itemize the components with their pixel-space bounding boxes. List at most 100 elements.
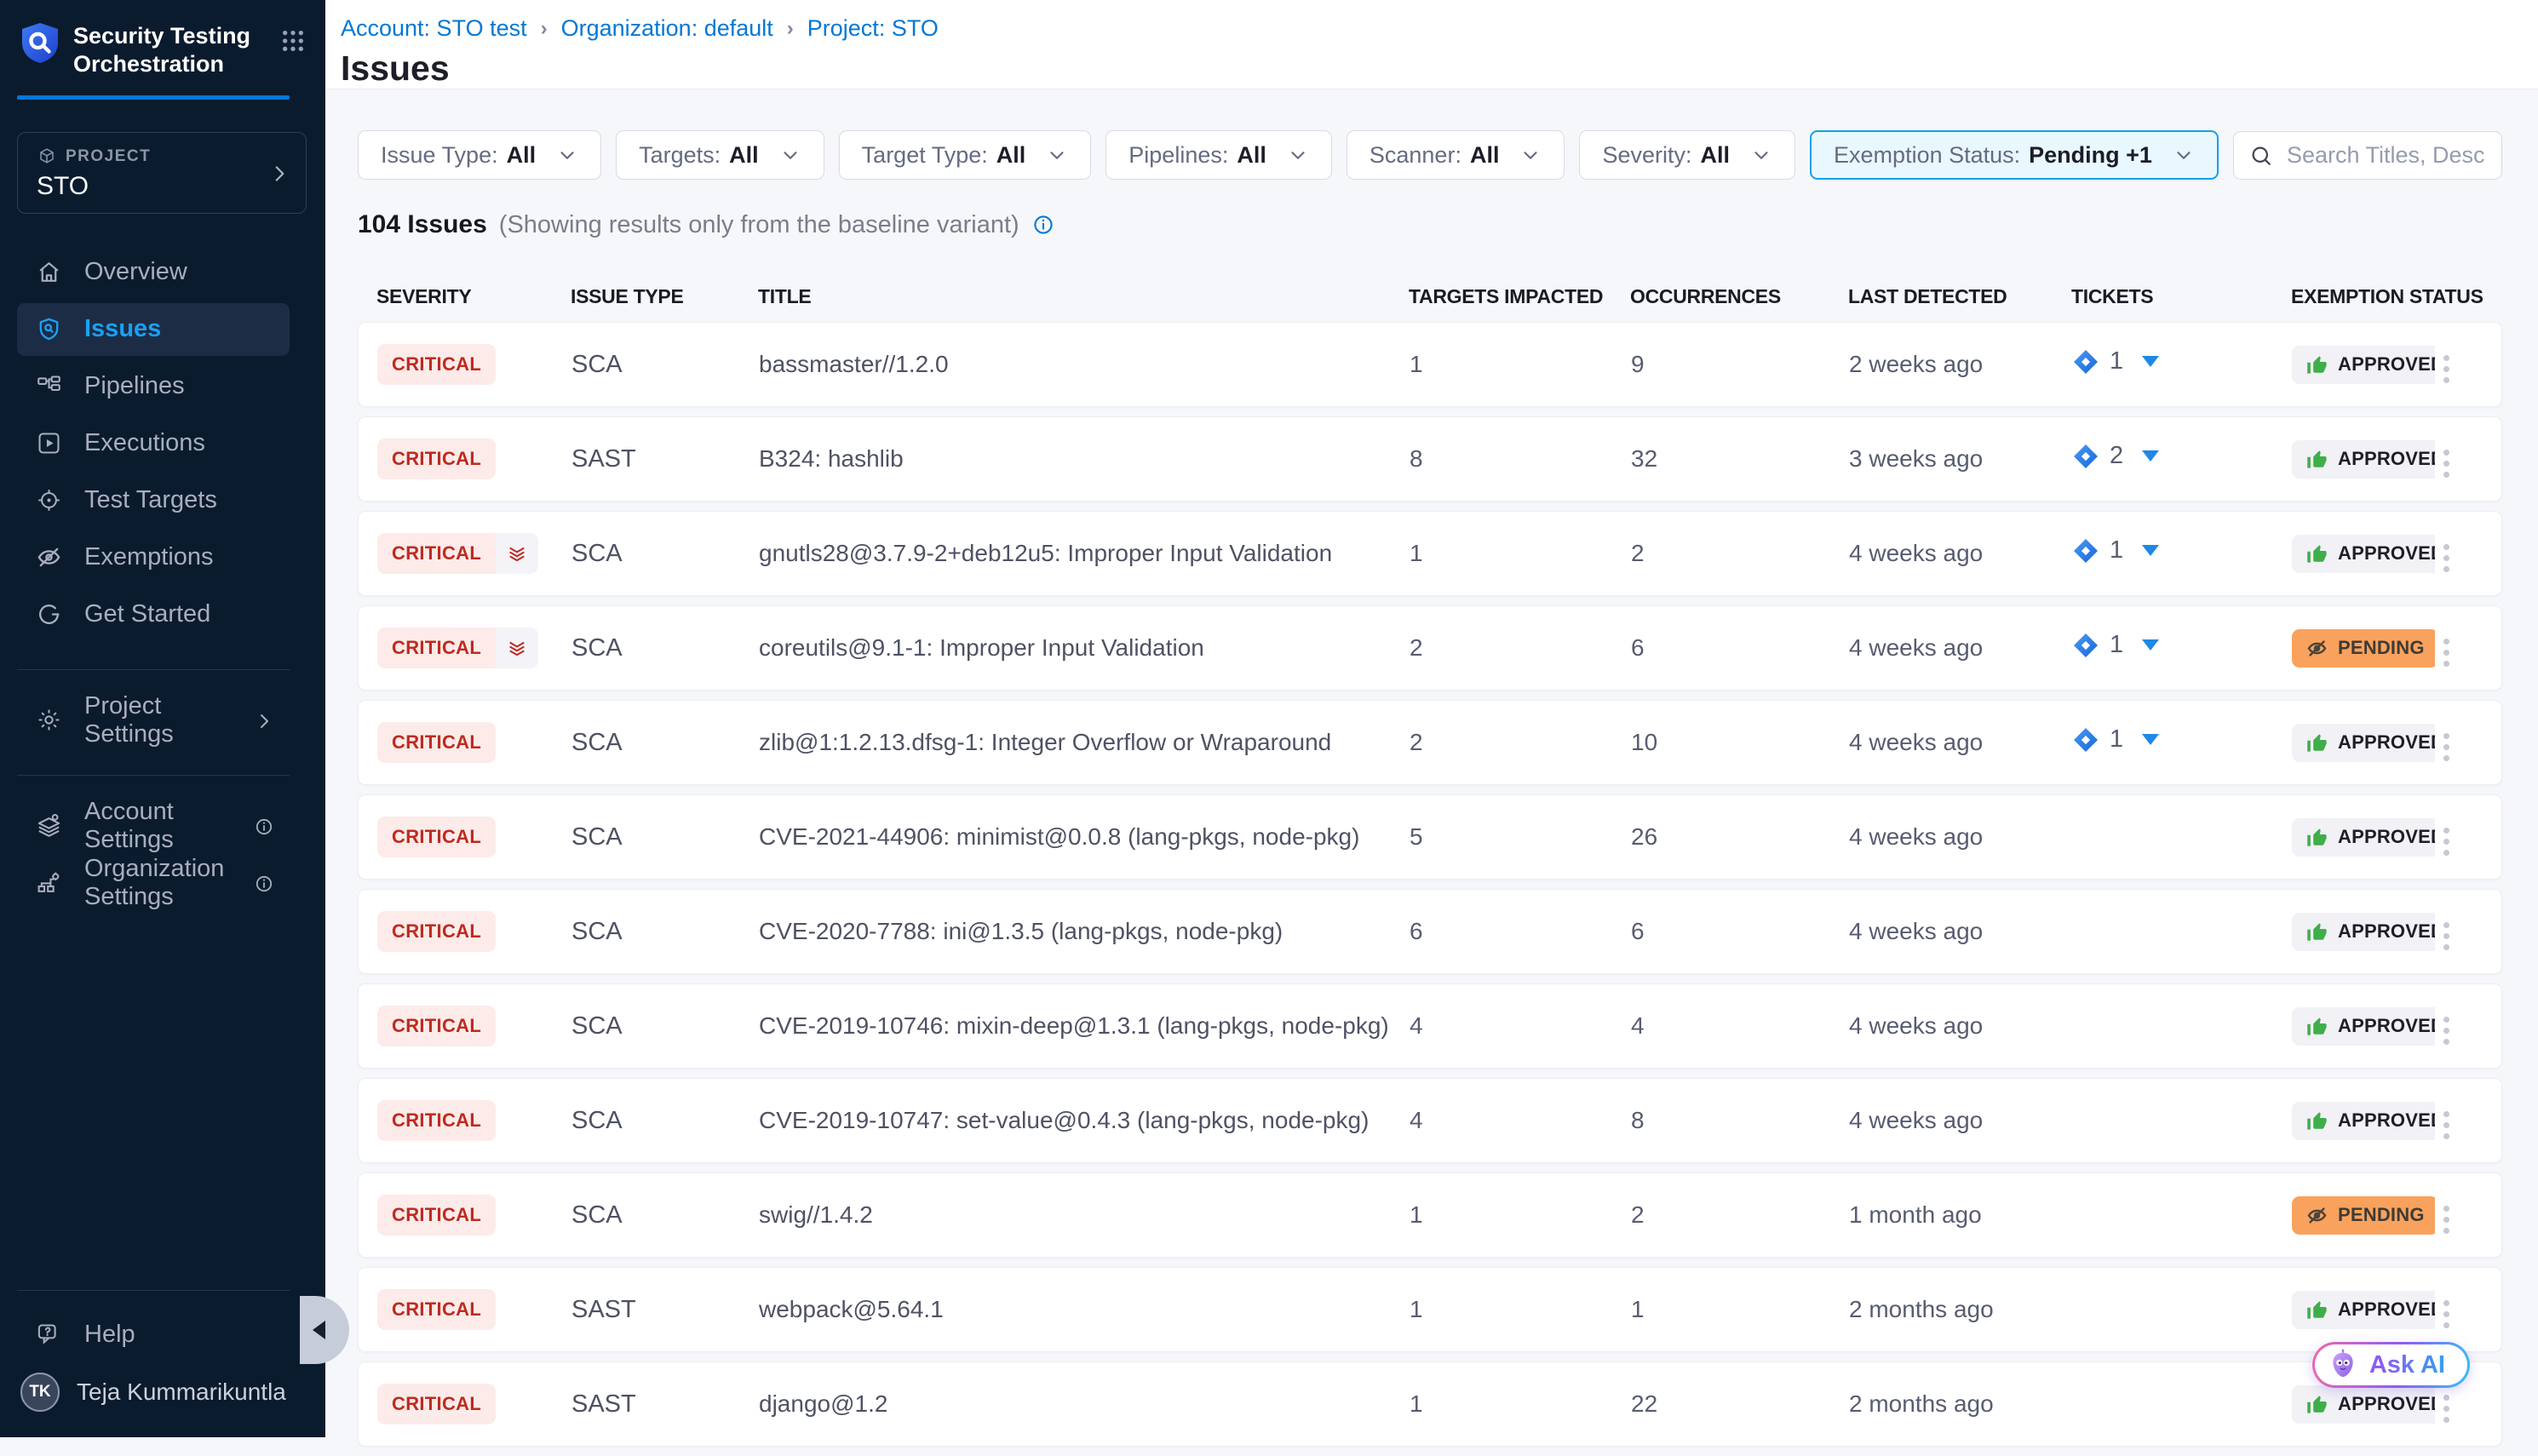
table-row[interactable]: CRITICAL SCA coreutils@9.1-1: Improper I… (358, 605, 2502, 691)
row-menu-button[interactable] (2435, 348, 2458, 390)
severity-badge: CRITICAL (377, 1100, 496, 1141)
brand-accent-rule (17, 95, 290, 100)
row-menu-button[interactable] (2435, 915, 2458, 957)
targets-impacted: 2 (1410, 729, 1631, 756)
sidebar-item-get-started[interactable]: Get Started (17, 588, 290, 641)
filter-targets[interactable]: Targets: All (616, 130, 824, 180)
ticket-count: 2 (2110, 442, 2123, 470)
filter-label: Scanner: (1369, 142, 1461, 169)
table-row[interactable]: CRITICAL SAST django@1.2 1 22 2 months a… (358, 1361, 2502, 1447)
sidebar-item-exemptions[interactable]: Exemptions (17, 531, 290, 584)
org-settings-icon (36, 869, 62, 896)
eye-off-icon (2305, 1204, 2328, 1227)
row-menu-button[interactable] (2435, 1010, 2458, 1052)
caret-down-icon[interactable] (2142, 450, 2159, 461)
filter-exemption-status[interactable]: Exemption Status: Pending +1 (1810, 130, 2219, 180)
table-row[interactable]: CRITICAL SCA gnutls28@3.7.9-2+deb12u5: I… (358, 511, 2502, 596)
issue-title: gnutls28@3.7.9-2+deb12u5: Improper Input… (759, 540, 1410, 567)
table-row[interactable]: CRITICAL SCA bassmaster//1.2.0 1 9 2 wee… (358, 322, 2502, 407)
col-issue-type: ISSUE TYPE (571, 285, 758, 308)
caret-down-icon[interactable] (2142, 639, 2159, 651)
table-row[interactable]: CRITICAL SCA CVE-2021-44906: minimist@0.… (358, 794, 2502, 880)
table-row[interactable]: CRITICAL SCA CVE-2020-7788: ini@1.3.5 (l… (358, 889, 2502, 974)
filter-label: Severity: (1602, 142, 1691, 169)
severity-badge: CRITICAL (377, 1384, 496, 1424)
breadcrumb-item[interactable]: Account: STO test (341, 15, 527, 42)
sidebar-item-help[interactable]: Help (17, 1308, 290, 1361)
info-icon[interactable] (254, 873, 274, 893)
row-menu-button[interactable] (2435, 821, 2458, 863)
breadcrumb-item[interactable]: Organization: default (561, 15, 773, 42)
avatar[interactable]: TK (20, 1373, 60, 1412)
sidebar: Security Testing Orchestration PROJECT S… (0, 0, 325, 1437)
nav-label: Issues (84, 315, 161, 343)
sidebar-item-test-targets[interactable]: Test Targets (17, 474, 290, 527)
row-menu-button[interactable] (2435, 443, 2458, 484)
exemption-status-badge: APPROVED (2292, 1291, 2435, 1329)
occurrences: 26 (1631, 823, 1849, 851)
chevron-right-icon (254, 710, 274, 731)
row-menu-button[interactable] (2435, 1104, 2458, 1146)
row-menu-button[interactable] (2435, 1293, 2458, 1335)
row-menu-button[interactable] (2435, 1199, 2458, 1241)
ticket-link[interactable]: 1 (2072, 631, 2159, 659)
issues-count: 104 Issues (358, 210, 487, 239)
issue-title: bassmaster//1.2.0 (759, 351, 1410, 378)
ticket-link[interactable]: 1 (2072, 725, 2159, 754)
ticket-link[interactable]: 2 (2072, 442, 2159, 470)
row-menu-button[interactable] (2435, 1388, 2458, 1430)
sidebar-item-project-settings[interactable]: Project Settings (17, 694, 290, 747)
table-row[interactable]: CRITICAL SCA swig//1.4.2 1 2 1 month ago… (358, 1172, 2502, 1258)
user-profile[interactable]: TK Teja Kummarikuntla (0, 1373, 325, 1437)
severity-badge: CRITICAL (377, 911, 496, 952)
filter-scanner[interactable]: Scanner: All (1347, 130, 1565, 180)
filter-severity[interactable]: Severity: All (1579, 130, 1795, 180)
occurrences: 32 (1631, 445, 1849, 473)
jira-ticket-icon (2072, 443, 2099, 470)
col-targets-impacted: TARGETS IMPACTED (1409, 285, 1630, 308)
table-row[interactable]: CRITICAL SCA CVE-2019-10746: mixin-deep@… (358, 983, 2502, 1069)
filter-issue-type[interactable]: Issue Type: All (358, 130, 601, 180)
ask-ai-button[interactable]: Ask AI (2312, 1342, 2470, 1388)
search-icon (2248, 143, 2274, 169)
filter-target-type[interactable]: Target Type: All (839, 130, 1092, 180)
info-icon[interactable] (1031, 213, 1055, 237)
caret-down-icon[interactable] (2142, 356, 2159, 367)
project-selector[interactable]: PROJECT STO (17, 132, 307, 214)
ticket-link[interactable]: 1 (2072, 347, 2159, 375)
row-menu-button[interactable] (2435, 537, 2458, 579)
caret-down-icon[interactable] (2142, 545, 2159, 556)
sidebar-item-issues[interactable]: Issues (17, 303, 290, 356)
sidebar-item-organization-settings[interactable]: Organization Settings (17, 857, 290, 909)
app-switcher-grid-icon[interactable] (279, 27, 307, 54)
severity-badge: CRITICAL (377, 1195, 496, 1235)
last-detected: 3 weeks ago (1849, 445, 2072, 473)
sidebar-item-overview[interactable]: Overview (17, 246, 290, 299)
content-area: Issue Type: All Targets: All Target Type… (325, 89, 2538, 1456)
chevron-right-icon (268, 163, 290, 185)
ticket-count: 1 (2110, 347, 2123, 375)
exemption-status-badge: APPROVED (2292, 440, 2435, 479)
info-icon[interactable] (254, 816, 274, 836)
ticket-link[interactable]: 1 (2072, 536, 2159, 565)
row-menu-button[interactable] (2435, 726, 2458, 768)
last-detected: 4 weeks ago (1849, 1107, 2072, 1134)
sidebar-item-pipelines[interactable]: Pipelines (17, 360, 290, 413)
exemption-status-badge: APPROVED (2292, 346, 2435, 384)
layers-icon (496, 628, 538, 668)
table-row[interactable]: CRITICAL SCA zlib@1:1.2.13.dfsg-1: Integ… (358, 700, 2502, 785)
sidebar-item-account-settings[interactable]: Account Settings (17, 800, 290, 852)
targets-impacted: 8 (1410, 445, 1631, 473)
breadcrumb-item[interactable]: Project: STO (807, 15, 939, 42)
filter-value: All (507, 142, 537, 169)
ticket-count: 1 (2110, 725, 2123, 754)
caret-down-icon[interactable] (2142, 734, 2159, 745)
table-row[interactable]: CRITICAL SAST webpack@5.64.1 1 1 2 month… (358, 1267, 2502, 1352)
table-row[interactable]: CRITICAL SAST B324: hashlib 8 32 3 weeks… (358, 416, 2502, 502)
table-row[interactable]: CRITICAL SCA CVE-2019-10747: set-value@0… (358, 1078, 2502, 1163)
sidebar-item-executions[interactable]: Executions (17, 417, 290, 470)
row-menu-button[interactable] (2435, 632, 2458, 674)
nav-label: Overview (84, 258, 187, 286)
filter-pipelines[interactable]: Pipelines: All (1105, 130, 1332, 180)
page-header: Account: STO test›Organization: default›… (325, 0, 2538, 89)
